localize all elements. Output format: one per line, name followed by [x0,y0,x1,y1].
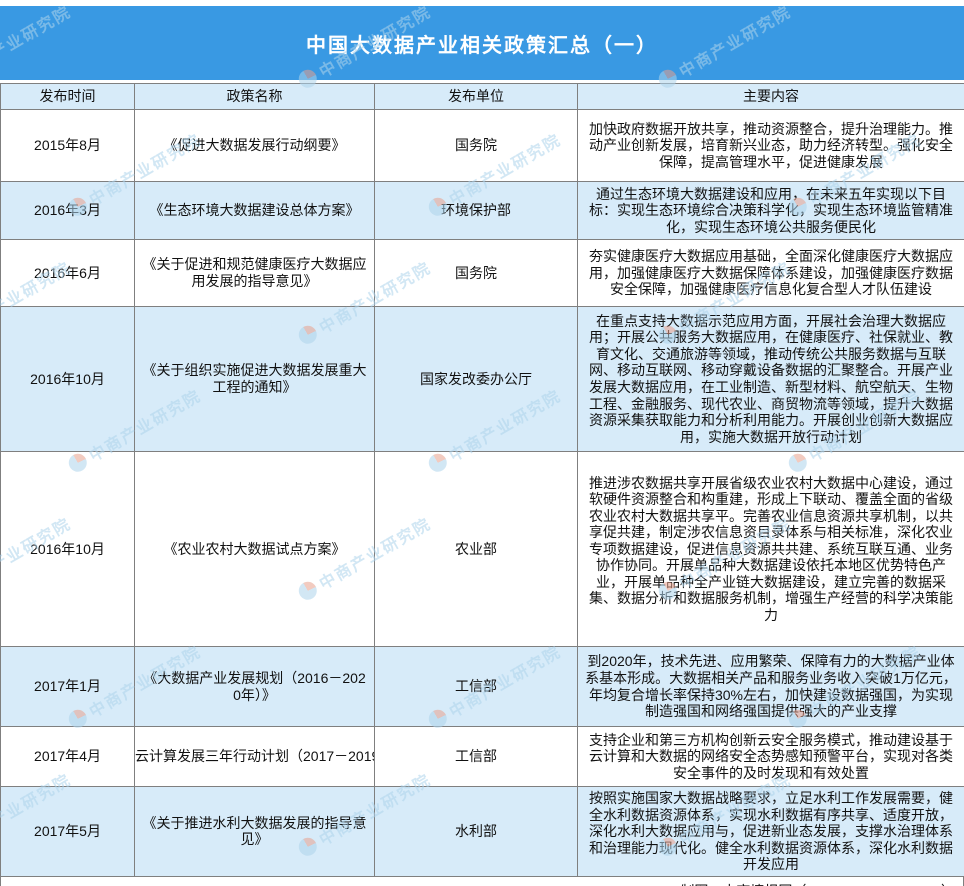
cell-time: 2015年8月 [1,110,135,182]
policy-table: 发布时间 政策名称 发布单位 主要内容 2015年8月《促进大数据发展行动纲要》… [0,83,964,877]
column-header-time: 发布时间 [1,84,135,110]
table-row: 2017年1月《大数据产业发展规划（2016－2020年）》工信部到2020年，… [1,647,964,727]
footer: 制图：中商情报网（http://www.askci.com/） [0,877,964,886]
table-header-row: 发布时间 政策名称 发布单位 主要内容 [1,84,964,110]
cell-org: 工信部 [375,727,578,787]
cell-policy-name: 《农业农村大数据试点方案》 [135,452,375,647]
table-row: 2016年6月《关于促进和规范健康医疗大数据应用发展的指导意见》国务院夯实健康医… [1,240,964,307]
cell-content: 按照实施国家大数据战略要求，立足水利工作发展需要，健全水利数据资源体系，实现水利… [578,787,964,877]
column-header-org: 发布单位 [375,84,578,110]
column-header-content: 主要内容 [578,84,964,110]
cell-content: 推进涉农数据共享开展省级农业农村大数据中心建设，通过软硬件资源整合和构重建，形成… [578,452,964,647]
title-bar: 中国大数据产业相关政策汇总（一） [0,6,964,80]
cell-content: 夯实健康医疗大数据应用基础，全面深化健康医疗大数据应用，加强健康医疗大数据保障体… [578,240,964,307]
page-title: 中国大数据产业相关政策汇总（一） [306,29,658,58]
cell-time: 2016年6月 [1,240,135,307]
table-row: 2017年4月云计算发展三年行动计划（2017－2019年工信部支持企业和第三方… [1,727,964,787]
cell-policy-name: 《关于促进和规范健康医疗大数据应用发展的指导意见》 [135,240,375,307]
cell-policy-name: 云计算发展三年行动计划（2017－2019年 [135,727,375,787]
cell-org: 国家发改委办公厅 [375,307,578,452]
table-row: 2016年10月《关于组织实施促进大数据发展重大工程的通知》国家发改委办公厅在重… [1,307,964,452]
credit-text: 制图：中商情报网（http://www.askci.com/） [680,881,955,886]
table-frame: 发布时间 政策名称 发布单位 主要内容 2015年8月《促进大数据发展行动纲要》… [0,83,964,886]
table-row: 2016年10月《农业农村大数据试点方案》农业部推进涉农数据共享开展省级农业农村… [1,452,964,647]
cell-time: 2017年5月 [1,787,135,877]
cell-policy-name: 《关于组织实施促进大数据发展重大工程的通知》 [135,307,375,452]
cell-time: 2016年3月 [1,182,135,240]
cell-policy-name: 《关于推进水利大数据发展的指导意见》 [135,787,375,877]
cell-policy-name: 《大数据产业发展规划（2016－2020年）》 [135,647,375,727]
policy-summary-page: 中国大数据产业相关政策汇总（一） 发布时间 政策名称 发布单位 主要内容 201… [0,6,964,886]
cell-time: 2016年10月 [1,452,135,647]
cell-content: 到2020年，技术先进、应用繁荣、保障有力的大数据产业体系基本形成。大数据相关产… [578,647,964,727]
cell-org: 农业部 [375,452,578,647]
cell-org: 水利部 [375,787,578,877]
cell-content: 支持企业和第三方机构创新云安全服务模式，推动建设基于云计算和大数据的网络安全态势… [578,727,964,787]
cell-content: 通过生态环境大数据建设和应用，在未来五年实现以下目标：实现生态环境综合决策科学化… [578,182,964,240]
cell-content: 加快政府数据开放共享，推动资源整合，提升治理能力。推动产业创新发展，培育新兴业态… [578,110,964,182]
cell-org: 环境保护部 [375,182,578,240]
cell-policy-name: 《促进大数据发展行动纲要》 [135,110,375,182]
cell-time: 2017年1月 [1,647,135,727]
cell-policy-name: 《生态环境大数据建设总体方案》 [135,182,375,240]
cell-time: 2017年4月 [1,727,135,787]
table-row: 2017年5月《关于推进水利大数据发展的指导意见》水利部按照实施国家大数据战略要… [1,787,964,877]
table-row: 2016年3月《生态环境大数据建设总体方案》环境保护部通过生态环境大数据建设和应… [1,182,964,240]
column-header-policy-name: 政策名称 [135,84,375,110]
cell-org: 工信部 [375,647,578,727]
table-row: 2015年8月《促进大数据发展行动纲要》国务院加快政府数据开放共享，推动资源整合… [1,110,964,182]
cell-org: 国务院 [375,110,578,182]
cell-org: 国务院 [375,240,578,307]
cell-content: 在重点支持大数据示范应用方面，开展社会治理大数据应用；开展公共服务大数据应用，在… [578,307,964,452]
cell-time: 2016年10月 [1,307,135,452]
